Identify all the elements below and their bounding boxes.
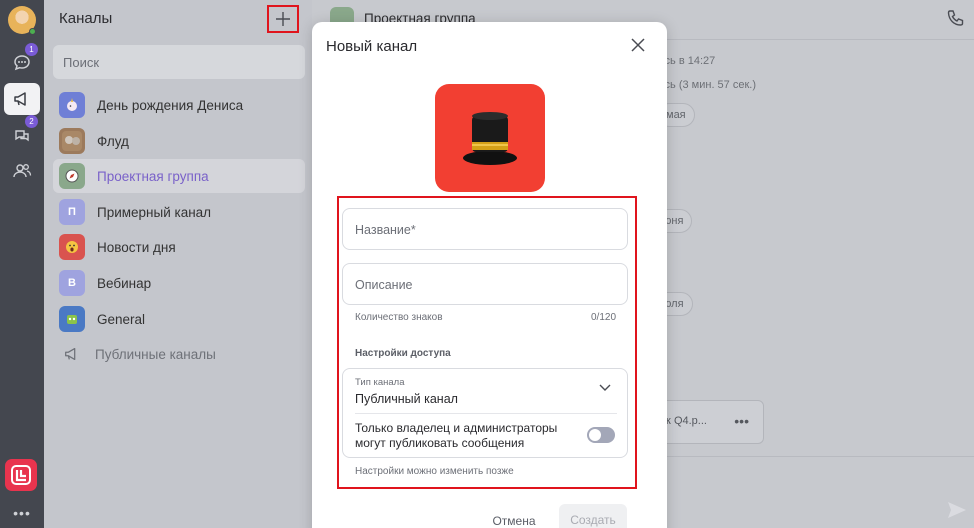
channel-name-input[interactable]: Название* — [342, 208, 628, 250]
channel-name: General — [97, 311, 146, 327]
online-indicator — [29, 28, 36, 35]
settings-hint: Настройки можно изменить позже — [355, 466, 514, 477]
access-settings-box: Тип канала Публичный канал Только владел… — [342, 368, 628, 458]
people-icon — [13, 164, 32, 178]
channel-name: Проектная группа — [97, 168, 209, 184]
channels-rail-button[interactable] — [4, 83, 40, 115]
char-count-value: 0/120 — [591, 312, 617, 323]
add-channel-button[interactable] — [267, 5, 299, 33]
scream-emoji-icon — [66, 241, 78, 253]
channel-avatar — [59, 128, 85, 154]
channel-description-input[interactable]: Описание — [342, 263, 628, 305]
channel-item[interactable]: Флуд — [53, 124, 305, 158]
toggle-knob — [589, 429, 601, 441]
new-channel-dialog: Новый канал Название* Описание Количеств… — [312, 22, 667, 528]
chat-line: лась (3 мин. 57 сек.) — [652, 79, 756, 91]
channel-item[interactable]: День рождения Дениса — [53, 88, 305, 122]
more-icon[interactable]: ••• — [734, 413, 749, 429]
access-settings-heading: Настройки доступа — [355, 348, 451, 359]
settings-divider — [355, 413, 617, 414]
channel-avatar: П — [59, 199, 85, 225]
channel-avatar — [59, 163, 85, 189]
compass-icon — [65, 169, 79, 183]
channel-type-value: Публичный канал — [355, 392, 458, 406]
send-icon[interactable] — [946, 500, 968, 520]
robot-icon — [67, 315, 77, 324]
channel-image-picker[interactable] — [435, 84, 545, 192]
left-rail: 1 2 ••• — [0, 0, 44, 528]
channel-item[interactable]: Новости дня — [53, 230, 305, 264]
megaphone-icon — [14, 92, 26, 106]
phone-icon[interactable] — [946, 8, 966, 28]
search-input[interactable]: Поиск — [53, 45, 305, 79]
megaphone-icon — [65, 347, 76, 361]
panel-title: Каналы — [59, 10, 113, 27]
close-icon — [631, 38, 645, 52]
channel-name: Флуд — [97, 133, 129, 149]
more-rail-icon[interactable]: ••• — [0, 505, 44, 521]
threads-icon — [15, 130, 29, 142]
channel-item-selected[interactable]: Проектная группа — [53, 159, 305, 193]
channel-item[interactable]: В Вебинар — [53, 266, 305, 300]
channel-name: Новости дня — [97, 239, 176, 255]
contacts-rail-button[interactable] — [4, 155, 40, 187]
app-logo-icon — [11, 465, 31, 485]
photo-icon — [62, 131, 82, 151]
channel-name: Примерный канал — [97, 204, 212, 220]
channels-panel: Каналы Поиск День рождения Дениса Флуд П… — [44, 0, 312, 528]
owners-only-label: Только владелец и администраторы могут п… — [355, 421, 558, 450]
channel-type-label: Тип канала — [355, 377, 405, 388]
char-count-label: Количество знаков — [355, 312, 443, 323]
unicorn-icon — [67, 98, 77, 111]
channel-avatar — [59, 306, 85, 332]
top-hat-icon — [463, 112, 517, 165]
create-button[interactable]: Создать — [559, 504, 627, 528]
channel-name: День рождения Дениса — [97, 97, 244, 113]
threads-badge: 2 — [25, 115, 38, 128]
close-button[interactable] — [629, 36, 647, 54]
plus-icon — [276, 12, 290, 26]
channel-item[interactable]: П Примерный канал — [53, 195, 305, 229]
dialog-title: Новый канал — [326, 38, 418, 55]
chat-bubble-icon — [14, 55, 30, 71]
app-logo[interactable] — [5, 459, 37, 491]
public-channels-label: Публичные каналы — [95, 346, 216, 362]
chats-badge: 1 — [25, 43, 38, 56]
channel-avatar: В — [59, 270, 85, 296]
public-channels-link[interactable]: Публичные каналы — [53, 337, 305, 371]
channel-avatar — [59, 234, 85, 260]
channel-item[interactable]: General — [53, 302, 305, 336]
cancel-button[interactable]: Отмена — [482, 506, 546, 528]
channel-avatar — [59, 92, 85, 118]
channel-name: Вебинар — [97, 275, 152, 291]
chevron-down-icon — [599, 384, 611, 391]
owners-only-toggle[interactable] — [587, 427, 615, 443]
